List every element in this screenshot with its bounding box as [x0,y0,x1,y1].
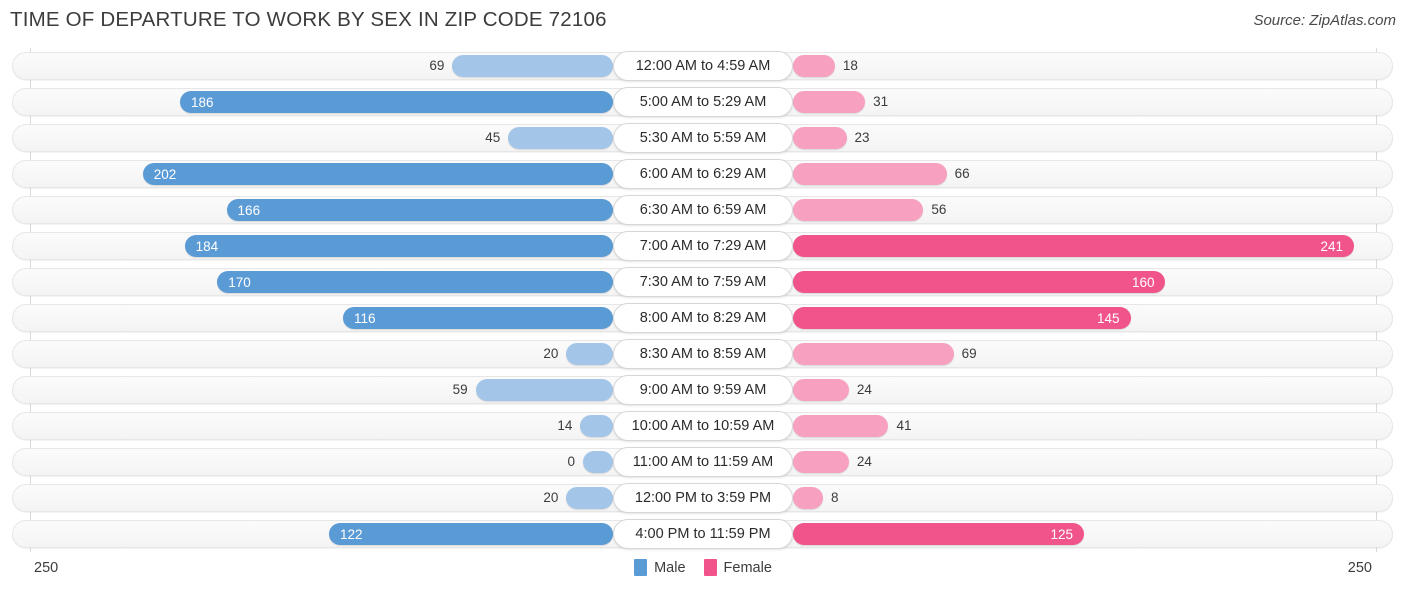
legend-label: Female [723,559,772,576]
category-label: 9:00 AM to 9:59 AM [613,375,793,405]
male-value-label: 14 [557,418,573,433]
male-bar[interactable] [566,487,613,509]
male-bar[interactable] [580,415,613,437]
male-bar[interactable]: 202 [142,163,613,185]
legend-item[interactable]: Male [634,559,686,576]
female-bar[interactable] [793,451,849,473]
category-label: 12:00 PM to 3:59 PM [613,483,793,513]
female-bar[interactable]: 125 [793,523,1084,545]
bar-row: 14 41 10:00 AM to 10:59 AM [0,408,1406,444]
female-bar[interactable]: 160 [793,271,1166,293]
male-value-label: 122 [339,526,363,542]
female-value-label: 8 [831,490,839,505]
category-label: 5:30 AM to 5:59 AM [613,123,793,153]
category-label: 6:00 AM to 6:29 AM [613,159,793,189]
category-label: 8:00 AM to 8:29 AM [613,303,793,333]
male-value-label: 20 [543,346,559,361]
category-label: 10:00 AM to 10:59 AM [613,411,793,441]
male-value-label: 59 [452,382,468,397]
female-value-label: 41 [896,418,912,433]
source-attribution: Source: ZipAtlas.com [1253,12,1396,29]
male-value-label: 20 [543,490,559,505]
female-value-label: 18 [842,58,858,73]
female-value-label: 69 [961,346,977,361]
female-value-label: 241 [1320,238,1344,254]
male-bar[interactable] [508,127,613,149]
category-label: 6:30 AM to 6:59 AM [613,195,793,225]
male-value-label: 116 [353,310,376,326]
male-bar[interactable]: 122 [328,523,613,545]
bar-row: 170 160 7:30 AM to 7:59 AM [0,264,1406,300]
category-label: 5:00 AM to 5:29 AM [613,87,793,117]
bar-row: 69 18 12:00 AM to 4:59 AM [0,48,1406,84]
chart-footer: 250 250 Male Female [0,556,1406,594]
bar-row: 0 24 11:00 AM to 11:59 AM [0,444,1406,480]
male-value-label: 170 [228,274,251,290]
female-value-label: 145 [1097,310,1120,326]
bar-row: 20 8 12:00 PM to 3:59 PM [0,480,1406,516]
male-value-label: 45 [485,130,501,145]
female-value-label: 31 [873,94,889,109]
female-bar[interactable] [793,487,823,509]
legend-swatch-icon [703,559,717,576]
bar-row: 186 31 5:00 AM to 5:29 AM [0,84,1406,120]
bar-row: 202 66 6:00 AM to 6:29 AM [0,156,1406,192]
chart-legend: Male Female [0,559,1406,576]
male-bar[interactable]: 166 [226,199,613,221]
male-value-label: 202 [153,166,177,182]
female-bar[interactable] [793,91,866,113]
female-bar[interactable] [793,199,924,221]
category-label: 12:00 AM to 4:59 AM [613,51,793,81]
legend-swatch-icon [634,559,648,576]
bar-rows: 69 18 12:00 AM to 4:59 AM 186 31 5:00 AM to 5… [0,48,1406,552]
bar-row: 45 23 5:30 AM to 5:59 AM [0,120,1406,156]
male-bar[interactable] [583,451,613,473]
male-value-label: 69 [429,58,445,73]
male-value-label: 184 [195,238,219,254]
male-value-label: 186 [190,94,214,110]
male-value-label: 166 [237,202,261,218]
category-label: 8:30 AM to 8:59 AM [613,339,793,369]
female-value-label: 23 [854,130,870,145]
male-bar[interactable] [566,343,613,365]
female-value-label: 160 [1131,274,1155,290]
female-value-label: 24 [856,382,872,397]
legend-label: Male [654,559,686,576]
bar-row: 20 69 8:30 AM to 8:59 AM [0,336,1406,372]
female-value-label: 56 [931,202,947,217]
male-bar[interactable] [452,55,613,77]
male-bar[interactable]: 170 [217,271,613,293]
female-bar[interactable]: 241 [793,235,1355,257]
legend-item[interactable]: Female [703,559,772,576]
female-bar[interactable] [793,127,847,149]
female-bar[interactable] [793,343,954,365]
category-label: 4:00 PM to 11:59 PM [613,519,793,549]
category-label: 11:00 AM to 11:59 AM [613,447,793,477]
female-value-label: 125 [1050,526,1073,542]
female-bar[interactable]: 145 [793,307,1131,329]
bar-row: 184 241 7:00 AM to 7:29 AM [0,228,1406,264]
male-bar[interactable]: 116 [342,307,613,329]
category-label: 7:00 AM to 7:29 AM [613,231,793,261]
male-value-label: 0 [567,454,575,469]
bar-row: 166 56 6:30 AM to 6:59 AM [0,192,1406,228]
male-bar[interactable]: 186 [179,91,613,113]
female-value-label: 24 [856,454,872,469]
page-title: TIME OF DEPARTURE TO WORK BY SEX IN ZIP … [10,8,607,31]
bar-row: 116 145 8:00 AM to 8:29 AM [0,300,1406,336]
female-bar[interactable] [793,379,849,401]
bar-row: 122 125 4:00 PM to 11:59 PM [0,516,1406,552]
female-bar[interactable] [793,163,947,185]
female-value-label: 66 [954,166,970,181]
bar-row: 59 24 9:00 AM to 9:59 AM [0,372,1406,408]
male-bar[interactable]: 184 [184,235,613,257]
chart-plot-area: 69 18 12:00 AM to 4:59 AM 186 31 5:00 AM to 5… [0,48,1406,552]
female-bar[interactable] [793,415,889,437]
male-bar[interactable] [475,379,613,401]
chart-header: TIME OF DEPARTURE TO WORK BY SEX IN ZIP … [0,0,1406,42]
female-bar[interactable] [793,55,835,77]
category-label: 7:30 AM to 7:59 AM [613,267,793,297]
